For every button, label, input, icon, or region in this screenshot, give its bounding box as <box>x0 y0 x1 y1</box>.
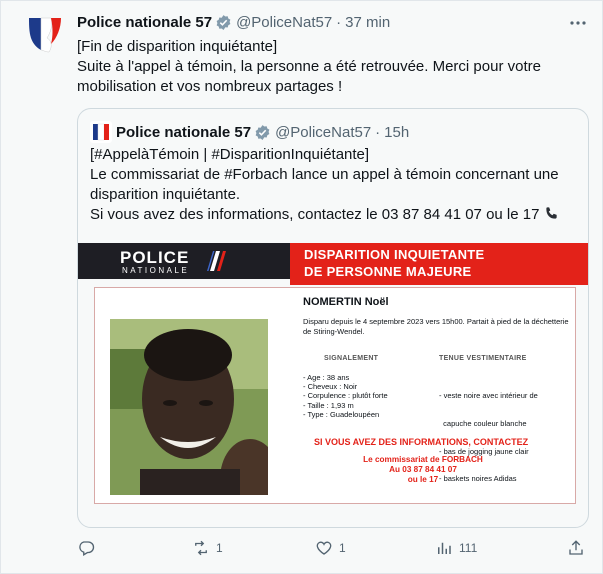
contact-line: Au 03 87 84 41 07 <box>389 465 457 474</box>
retweet-button[interactable]: 1 <box>192 539 223 557</box>
logo-police-text: POLICE <box>120 248 190 267</box>
quote-avatar <box>90 121 112 143</box>
poster-logo-block: POLICE NATIONALE <box>78 243 290 279</box>
share-icon <box>569 540 583 555</box>
share-button[interactable] <box>567 539 585 557</box>
views-count: 111 <box>459 541 478 555</box>
views-button[interactable]: 111 <box>435 539 477 557</box>
tweet-header: Police nationale 57 @PoliceNat57 · 37 mi… <box>77 14 390 31</box>
person-photo <box>110 319 268 495</box>
poster-banner: DISPARITION INQUIETANTE DE PERSONNE MAJE… <box>290 243 588 285</box>
logo-nationale-text: NATIONALE <box>122 266 190 275</box>
contact-line: Le commissariat de FORBACH <box>363 455 483 464</box>
verified-badge-icon <box>255 124 270 140</box>
retweet-icon <box>195 540 207 556</box>
verified-badge-icon <box>216 15 231 30</box>
person-description: Disparu depuis le 4 septembre 2023 vers … <box>303 317 569 336</box>
like-button[interactable]: 1 <box>315 539 346 557</box>
avatar-police-logo[interactable] <box>23 14 67 58</box>
reply-icon <box>79 541 95 556</box>
signalement-title: SIGNALEMENT <box>324 355 379 362</box>
tweet-line: Suite à l'appel à témoin, la personne a … <box>77 58 541 75</box>
separator-dot: · <box>336 14 342 31</box>
more-icon[interactable] <box>568 13 588 33</box>
list-item: - veste noire avec intérieur de <box>439 391 538 401</box>
quote-line: [#AppelàTémoin | #DisparitionInquiétante… <box>90 146 370 163</box>
views-icon <box>438 542 451 554</box>
list-item: - Type : Guadeloupéen <box>303 409 380 419</box>
quote-author-handle[interactable]: @PoliceNat57 <box>275 124 371 141</box>
tweet-line: mobilisation et vos nombreux partages ! <box>77 78 343 95</box>
like-count: 1 <box>339 541 346 555</box>
banner-line-1: DISPARITION INQUIETANTE <box>304 247 485 262</box>
tweet-actions: 1 1 111 <box>77 539 589 563</box>
banner-line-2: DE PERSONNE MAJEURE <box>304 264 472 279</box>
tweet-text: [Fin de disparition inquiétante] Suite à… <box>77 37 577 97</box>
list-item: - Taille : 1,93 m <box>303 400 354 410</box>
signalement-list: - Age : 38 ans - Cheveux : Noir - Corpul… <box>303 373 388 419</box>
tweet[interactable]: Police nationale 57 @PoliceNat57 · 37 mi… <box>0 0 603 574</box>
logo-flag-icon <box>207 251 226 271</box>
quote-author-name[interactable]: Police nationale 57 <box>116 124 251 141</box>
separator-dot: · <box>375 123 381 141</box>
list-item: - Age : 38 ans <box>303 373 350 382</box>
quote-time[interactable]: 15h <box>384 124 409 141</box>
person-name: NOMERTIN Noël <box>303 296 389 308</box>
quote-line: disparition inquiétante. <box>90 186 241 203</box>
tenue-title: TENUE VESTIMENTAIRE <box>439 355 527 362</box>
author-handle[interactable]: @PoliceNat57 <box>236 14 332 31</box>
phone-icon <box>545 207 557 219</box>
tweet-line: [Fin de disparition inquiétante] <box>77 38 278 55</box>
retweet-count: 1 <box>216 541 223 555</box>
list-item: - Corpulence : plutôt forte <box>303 391 388 401</box>
quote-header: Police nationale 57 @PoliceNat57 · 15h <box>90 121 409 143</box>
list-item: capuche couleur blanche <box>439 419 527 429</box>
quoted-tweet[interactable]: Police nationale 57 @PoliceNat57 · 15h [… <box>77 108 589 528</box>
contact-cta: SI VOUS AVEZ DES INFORMATIONS, CONTACTEZ <box>314 437 529 447</box>
reply-button[interactable] <box>77 539 101 557</box>
tweet-time[interactable]: 37 min <box>345 14 390 31</box>
quote-line: Si vous avez des informations, contactez… <box>90 205 580 225</box>
quote-line: Le commissariat de #Forbach lance un app… <box>90 166 559 183</box>
author-name[interactable]: Police nationale 57 <box>77 14 212 31</box>
quote-line-text: Si vous avez des informations, contactez… <box>90 206 540 223</box>
contact-line: ou le 17 <box>407 475 439 484</box>
quote-text: [#AppelàTémoin | #DisparitionInquiétante… <box>90 145 580 225</box>
list-item: - Cheveux : Noir <box>303 382 358 392</box>
contact-block: Le commissariat de FORBACH Au 03 87 84 4… <box>358 455 488 485</box>
like-icon <box>316 541 332 555</box>
missing-person-poster[interactable]: POLICE NATIONALE DISPARITION INQUIETANTE… <box>78 243 588 527</box>
